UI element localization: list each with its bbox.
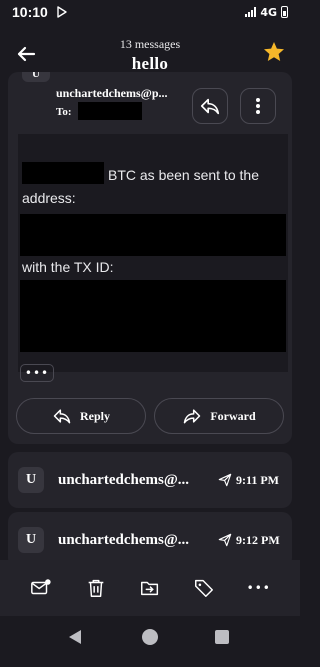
expanded-message-card: U unchartedchems@p... To: BTC as been se…: [8, 72, 292, 444]
body-line-2: address:: [22, 190, 76, 206]
bottom-toolbar: •••: [0, 560, 300, 616]
battery-icon: [281, 6, 288, 18]
reply-icon: [53, 409, 71, 424]
redacted-address: [20, 214, 286, 256]
move-icon: [140, 581, 159, 596]
body-line-3: with the TX ID:: [22, 259, 114, 275]
system-nav-bar: [0, 616, 300, 667]
more-icon: •••: [246, 581, 271, 595]
toolbar-more-button[interactable]: •••: [247, 576, 271, 600]
vertical-dots-icon: [256, 98, 260, 114]
message-count: 13 messages: [119, 36, 181, 51]
redacted-amount: [22, 162, 104, 184]
message-more-button[interactable]: [240, 88, 276, 124]
redacted-tx-id: [20, 280, 286, 352]
trash-icon: [88, 579, 103, 597]
collapsed-time: 9:12 PM: [236, 532, 280, 547]
sender-avatar: U: [18, 467, 44, 493]
sent-icon: [218, 473, 232, 487]
nav-back-icon[interactable]: [68, 629, 82, 645]
collapsed-time: 9:11 PM: [236, 472, 279, 487]
reply-icon: [200, 98, 220, 115]
label-button[interactable]: [192, 576, 216, 600]
delete-button[interactable]: [84, 576, 108, 600]
network-type: 4G: [260, 5, 277, 19]
status-time: 10:10: [12, 4, 48, 20]
forward-label: Forward: [210, 408, 256, 423]
reply-label: Reply: [80, 408, 110, 423]
sender-avatar: U: [18, 527, 44, 553]
reply-button[interactable]: Reply: [16, 398, 146, 434]
forward-icon: [184, 409, 201, 424]
collapsed-sender: unchartedchems@...: [58, 471, 190, 488]
forward-button[interactable]: Forward: [154, 398, 284, 434]
move-button[interactable]: [138, 576, 162, 600]
star-icon[interactable]: [262, 40, 286, 64]
play-store-icon: [57, 6, 67, 18]
redacted-recipient: [78, 102, 142, 120]
signal-icon: [245, 7, 257, 17]
nav-recents-icon[interactable]: [215, 630, 229, 644]
mark-unread-icon: [31, 579, 51, 595]
sent-icon: [218, 533, 232, 547]
to-label: To:: [56, 106, 72, 118]
collapsed-sender: unchartedchems@...: [58, 531, 190, 548]
message-body: BTC as been sent to the address: with th…: [18, 134, 288, 372]
body-line-1: BTC as been sent to the: [108, 167, 259, 183]
sender-address[interactable]: unchartedchems@p...: [56, 86, 182, 101]
header-titles: 13 messages hello: [0, 35, 300, 74]
status-right: 4G: [245, 6, 288, 19]
show-quoted-button[interactable]: •••: [20, 364, 54, 382]
back-arrow-icon[interactable]: [14, 42, 38, 66]
quick-reply-button[interactable]: [192, 88, 228, 124]
conversation-title: hello: [131, 53, 169, 73]
mark-unread-button[interactable]: [29, 576, 53, 600]
sender-avatar: U: [22, 72, 50, 82]
nav-home-icon[interactable]: [142, 629, 158, 645]
label-icon: [195, 579, 214, 597]
collapsed-message[interactable]: U unchartedchems@... 9:11 PM: [8, 452, 292, 508]
status-bar: 10:10 4G: [0, 0, 300, 24]
